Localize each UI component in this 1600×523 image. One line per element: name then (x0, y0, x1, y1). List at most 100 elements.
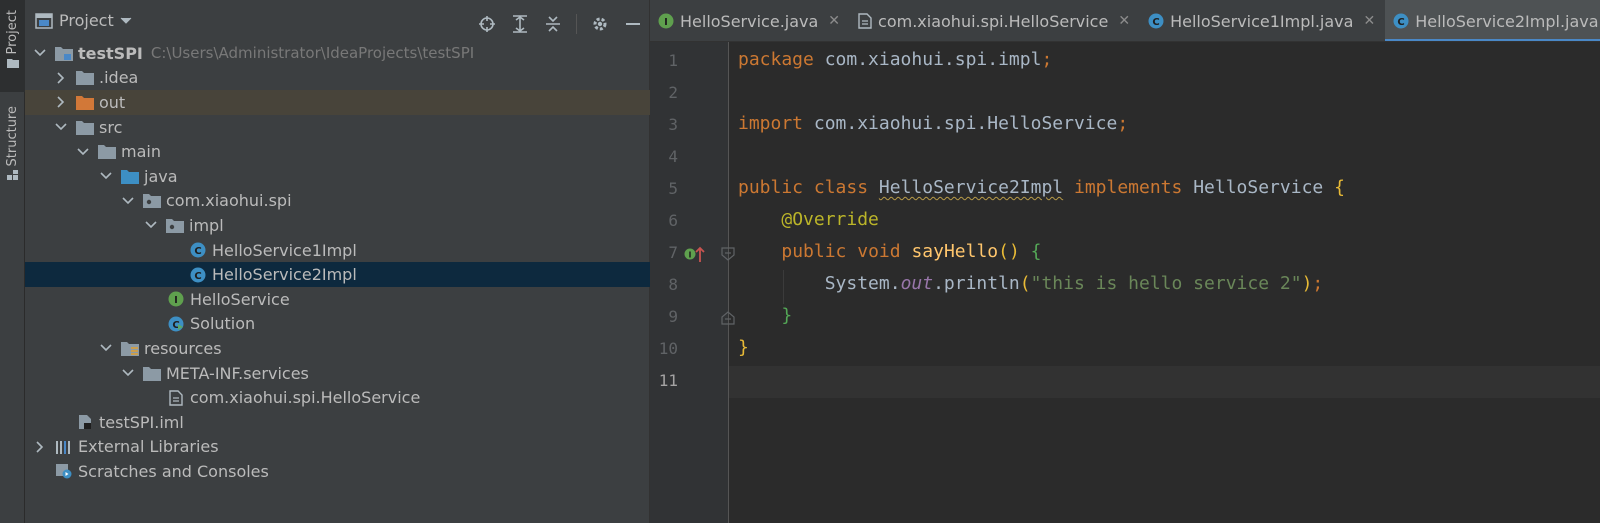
tree-item-helloservice[interactable]: I HelloService (25, 287, 650, 312)
editor-tab-bar: I HelloService.java ✕ com.xiaohui.spi.He… (650, 0, 1600, 42)
structure-icon (6, 170, 18, 181)
implements-method-icon[interactable]: I (684, 245, 706, 263)
chevron-right-icon[interactable] (54, 71, 68, 85)
text-file-icon (167, 389, 185, 406)
line-number: 5 (668, 179, 678, 198)
tree-item-label: com.xiaohui.spi (166, 191, 292, 211)
folder-icon (98, 144, 116, 160)
line-number: 10 (658, 339, 678, 358)
tree-item-label: com.xiaohui.spi.HelloService (190, 388, 421, 408)
tree-item-label: Solution (190, 314, 256, 334)
code-line-7: public void sayHello() { (781, 241, 1042, 262)
scratches-icon (55, 463, 73, 479)
tree-item-package-spi[interactable]: com.xiaohui.spi (25, 189, 650, 214)
package-icon (143, 193, 161, 209)
structure-tool-label: Structure (5, 106, 20, 167)
tab-helloservice1impl-java[interactable]: C HelloService1Impl.java ✕ (1140, 0, 1385, 41)
close-icon[interactable]: ✕ (1363, 13, 1375, 29)
chevron-down-icon[interactable] (76, 145, 90, 159)
svg-text:C: C (194, 246, 201, 257)
tree-item-helloservice2impl[interactable]: C HelloService2Impl (25, 262, 650, 287)
structure-tool-button[interactable]: Structure (0, 100, 25, 190)
expand-all-icon[interactable] (510, 14, 530, 34)
code-editor[interactable]: 1 2 3 4 5 6 7 8 9 10 11 I package com.xi… (650, 42, 1600, 523)
code-line-1: package com.xiaohui.spi.impl; (738, 49, 1053, 70)
chevron-down-icon[interactable] (54, 120, 68, 134)
tab-helloservice-java[interactable]: I HelloService.java ✕ (650, 0, 850, 41)
tree-item-out[interactable]: out (25, 90, 650, 115)
interface-icon: I (167, 291, 185, 307)
tree-item-testspi[interactable]: testSPI C:\Users\Administrator\IdeaProje… (25, 41, 650, 66)
svg-text:I: I (689, 251, 692, 260)
tree-item-solution[interactable]: C Solution (25, 312, 650, 337)
class-icon: C (1148, 13, 1164, 29)
chevron-down-icon[interactable] (99, 341, 113, 355)
line-number: 2 (668, 83, 678, 102)
svg-text:I: I (174, 295, 178, 306)
libraries-icon (55, 439, 73, 455)
project-view-selector[interactable]: Project (35, 11, 132, 30)
chevron-down-icon[interactable] (99, 169, 113, 183)
tree-item-external-libraries[interactable]: External Libraries (25, 435, 650, 460)
collapse-all-icon[interactable] (543, 14, 563, 34)
chevron-down-icon[interactable] (121, 366, 135, 380)
iml-file-icon (76, 414, 94, 430)
tab-service-file[interactable]: com.xiaohui.spi.HelloService ✕ (850, 0, 1140, 41)
close-icon[interactable]: ✕ (828, 13, 840, 29)
project-panel-header: Project (25, 0, 649, 41)
chevron-down-icon[interactable] (33, 46, 47, 60)
gutter-divider (728, 42, 729, 523)
class-icon: C (189, 242, 207, 258)
fold-icon[interactable] (721, 247, 735, 261)
toolbar-divider (576, 14, 577, 34)
tree-item-label: .idea (99, 68, 139, 88)
tree-item-label: META-INF.services (166, 363, 309, 383)
hide-panel-icon[interactable] (623, 14, 643, 34)
tree-item-resources[interactable]: resources (25, 336, 650, 361)
line-number: 1 (668, 51, 678, 70)
line-number: 11 (658, 371, 678, 390)
folder-icon (76, 70, 94, 86)
svg-text:C: C (1398, 17, 1405, 28)
class-icon: C (1393, 13, 1409, 29)
code-line-3: import com.xiaohui.spi.HelloService; (738, 113, 1129, 134)
locate-icon[interactable] (477, 14, 497, 34)
line-number: 8 (668, 275, 678, 294)
tree-item-main[interactable]: main (25, 139, 650, 164)
tree-item-label: HelloService2Impl (212, 265, 357, 285)
project-panel: Project testSPI C:\Users\Administrator\I… (25, 0, 650, 523)
tree-item-scratches[interactable]: Scratches and Consoles (25, 459, 650, 484)
chevron-down-icon[interactable] (144, 218, 158, 232)
source-folder-icon (121, 168, 139, 184)
current-line-highlight (729, 366, 1600, 398)
tab-label: HelloService.java (680, 11, 819, 31)
tree-item-meta-inf-services[interactable]: META-INF.services (25, 361, 650, 386)
code-line-8: System.out.println("this is hello servic… (824, 273, 1324, 294)
folder-icon (6, 59, 19, 69)
runnable-class-icon: C (167, 316, 185, 332)
tree-item-label: testSPI.iml (99, 412, 184, 432)
chevron-right-icon[interactable] (54, 95, 68, 109)
line-number: 6 (668, 211, 678, 230)
code-line-9: } (781, 305, 793, 326)
gear-icon[interactable] (590, 14, 610, 34)
tree-item-java[interactable]: java (25, 164, 650, 189)
chevron-down-icon[interactable] (121, 194, 135, 208)
fold-end-icon[interactable] (721, 311, 735, 325)
chevron-right-icon[interactable] (33, 440, 47, 454)
tree-item-src[interactable]: src (25, 115, 650, 140)
close-icon[interactable]: ✕ (1118, 13, 1130, 29)
tree-item-label: out (99, 92, 126, 112)
project-tool-button[interactable]: Project (0, 0, 25, 92)
tab-label: HelloService2Impl.java (1415, 11, 1599, 31)
project-tree: testSPI C:\Users\Administrator\IdeaProje… (25, 41, 650, 484)
tree-item-testspi-iml[interactable]: testSPI.iml (25, 410, 650, 435)
tab-helloservice2impl-java[interactable]: C HelloService2Impl.java ✕ (1385, 0, 1600, 41)
tree-item-package-impl[interactable]: impl (25, 213, 650, 238)
tree-item-helloservice1impl[interactable]: C HelloService1Impl (25, 238, 650, 263)
tab-label: HelloService1Impl.java (1170, 11, 1354, 31)
tree-item-service-file[interactable]: com.xiaohui.spi.HelloService (25, 385, 650, 410)
tree-item-idea[interactable]: .idea (25, 66, 650, 91)
code-line-5: public class HelloService2Impl implement… (738, 177, 1345, 198)
tree-item-label: HelloService (190, 289, 290, 309)
